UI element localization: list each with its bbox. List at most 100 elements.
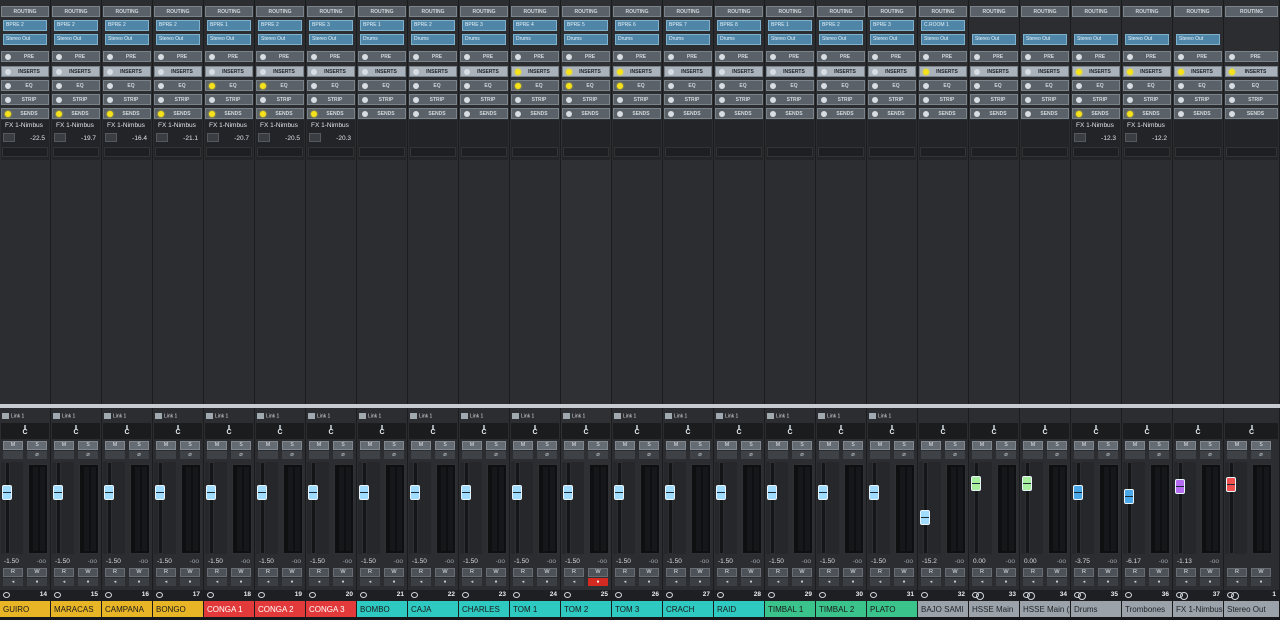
send-destination[interactable]: FX 1-Nimbus (260, 122, 298, 129)
phase-icon[interactable]: ⌀ (945, 451, 965, 459)
listen-button[interactable] (1023, 451, 1043, 459)
eq-toggle-icon[interactable] (209, 83, 215, 89)
phase-icon[interactable]: ⌀ (1047, 451, 1067, 459)
mute-button[interactable]: M (207, 441, 227, 450)
pre-toggle-icon[interactable] (413, 54, 419, 60)
read-automation-button[interactable]: R (1074, 568, 1094, 577)
inserts-section-button[interactable]: INSERTS (205, 66, 253, 77)
routing-header[interactable]: ROUTING (1123, 6, 1171, 17)
eq-section-button[interactable]: EQ (613, 80, 661, 91)
listen-button[interactable] (54, 451, 74, 459)
inserts-section-button[interactable]: INSERTS (613, 66, 661, 77)
pre-toggle-icon[interactable] (668, 54, 674, 60)
phase-icon[interactable]: ⌀ (435, 451, 455, 459)
monitor-icon[interactable]: ◂ (870, 578, 890, 586)
eq-section-button[interactable]: EQ (103, 80, 151, 91)
sends-section-button[interactable]: SENDS (256, 108, 304, 119)
inserts-section-button[interactable]: INSERTS (919, 66, 967, 77)
mute-button[interactable]: M (3, 441, 23, 450)
record-enable-icon[interactable]: ● (741, 578, 761, 586)
send-destination[interactable]: FX 1-Nimbus (311, 122, 349, 129)
strip-section-button[interactable]: STRIP (511, 94, 559, 105)
read-automation-button[interactable]: R (258, 568, 278, 577)
inserts-toggle-icon[interactable] (1127, 69, 1133, 75)
send-enable-toggle[interactable] (54, 133, 66, 142)
inserts-section-button[interactable]: INSERTS (1, 66, 49, 77)
solo-button[interactable]: S (282, 441, 302, 450)
pre-section-button[interactable]: PRE (154, 51, 202, 62)
strip-section-button[interactable]: STRIP (52, 94, 100, 105)
volume-value[interactable]: -1.50 (820, 558, 835, 565)
read-automation-button[interactable]: R (921, 568, 941, 577)
write-automation-button[interactable]: W (486, 568, 506, 577)
eq-section-button[interactable]: EQ (868, 80, 916, 91)
sends-section-button[interactable]: SENDS (103, 108, 151, 119)
send-slot[interactable] (358, 120, 406, 160)
mute-button[interactable]: M (1125, 441, 1145, 450)
monitor-icon[interactable]: ◂ (258, 578, 278, 586)
pre-toggle-icon[interactable] (1127, 54, 1133, 60)
sends-section-button[interactable]: SENDS (52, 108, 100, 119)
read-automation-button[interactable]: R (615, 568, 635, 577)
pre-section-button[interactable]: PRE (1174, 51, 1222, 62)
pre-section-button[interactable]: PRE (205, 51, 253, 62)
write-automation-button[interactable]: W (282, 568, 302, 577)
sends-section-button[interactable]: SENDS (1123, 108, 1171, 119)
mute-button[interactable]: M (972, 441, 992, 450)
strip-section-button[interactable]: STRIP (817, 94, 865, 105)
strip-toggle-icon[interactable] (821, 97, 827, 103)
write-automation-button[interactable]: W (1098, 568, 1118, 577)
link-group[interactable]: Link 1 (104, 413, 150, 422)
send-slot[interactable] (1225, 120, 1278, 160)
volume-fader[interactable] (767, 485, 777, 501)
send-empty-slot[interactable] (1124, 147, 1170, 157)
strip-section-button[interactable]: STRIP (256, 94, 304, 105)
eq-toggle-icon[interactable] (1025, 83, 1031, 89)
phase-icon[interactable]: ⌀ (843, 451, 863, 459)
send-empty-slot[interactable] (308, 147, 354, 157)
inserts-section-button[interactable]: INSERTS (970, 66, 1018, 77)
send-slot[interactable]: FX 1-Nimbus -20.5 (256, 120, 304, 160)
pan-control[interactable]: C (52, 423, 100, 439)
pre-toggle-icon[interactable] (107, 54, 113, 60)
solo-button[interactable]: S (231, 441, 251, 450)
routing-header[interactable]: ROUTING (205, 6, 253, 17)
listen-button[interactable] (309, 451, 329, 459)
send-slot[interactable] (766, 120, 814, 160)
pan-control[interactable]: C (103, 423, 151, 439)
pan-control[interactable]: C (715, 423, 763, 439)
routing-header[interactable]: ROUTING (1072, 6, 1120, 17)
record-enable-icon[interactable]: ● (1251, 578, 1271, 586)
monitor-icon[interactable]: ◂ (1125, 578, 1145, 586)
strip-section-button[interactable]: STRIP (664, 94, 712, 105)
pre-section-button[interactable]: PRE (1225, 51, 1278, 62)
input-routing-field[interactable]: BPRE 8 (717, 20, 761, 31)
read-automation-button[interactable]: R (717, 568, 737, 577)
sends-section-button[interactable]: SENDS (664, 108, 712, 119)
pre-section-button[interactable]: PRE (664, 51, 712, 62)
volume-value[interactable]: -1.50 (55, 558, 70, 565)
listen-button[interactable] (615, 451, 635, 459)
strip-toggle-icon[interactable] (260, 97, 266, 103)
send-destination[interactable]: FX 1-Nimbus (107, 122, 145, 129)
link-group[interactable]: Link 1 (53, 413, 99, 422)
volume-fader[interactable] (563, 485, 573, 501)
strip-toggle-icon[interactable] (770, 97, 776, 103)
input-routing-field[interactable]: BPRE 1 (360, 20, 404, 31)
input-routing-field[interactable]: BPRE 4 (513, 20, 557, 31)
solo-button[interactable]: S (843, 441, 863, 450)
pan-control[interactable]: C (1021, 423, 1069, 439)
monitor-icon[interactable]: ◂ (411, 578, 431, 586)
record-enable-icon[interactable]: ● (996, 578, 1016, 586)
volume-fader[interactable] (155, 485, 165, 501)
strip-toggle-icon[interactable] (311, 97, 317, 103)
read-automation-button[interactable]: R (207, 568, 227, 577)
inserts-toggle-icon[interactable] (872, 69, 878, 75)
phase-icon[interactable]: ⌀ (486, 451, 506, 459)
strip-section-button[interactable]: STRIP (1, 94, 49, 105)
monitor-icon[interactable]: ◂ (105, 578, 125, 586)
monitor-icon[interactable]: ◂ (360, 578, 380, 586)
sends-toggle-icon[interactable] (1025, 111, 1031, 117)
output-routing-field[interactable]: Stereo Out (768, 34, 812, 45)
send-empty-slot[interactable] (155, 147, 201, 157)
